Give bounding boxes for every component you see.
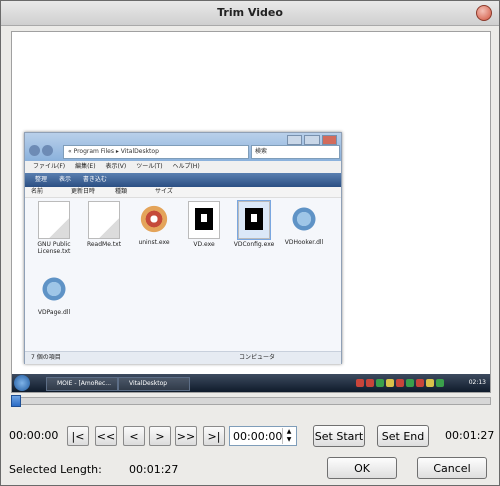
menu-help: ヘルプ(H) bbox=[172, 163, 200, 170]
file-item: ReadMe.txt bbox=[81, 201, 127, 248]
ok-button[interactable]: OK bbox=[327, 457, 397, 479]
explorer-titlebar: « Program Files ▸ VitalDesktop 検索 bbox=[25, 133, 341, 161]
tray-icons bbox=[356, 379, 456, 387]
status-computer: コンピュータ bbox=[239, 354, 276, 361]
set-start-button[interactable]: Set Start bbox=[313, 425, 365, 447]
gear-dll-icon bbox=[289, 201, 319, 237]
file-name: ReadMe.txt bbox=[86, 241, 122, 248]
file-item: VD.exe bbox=[181, 201, 227, 248]
menu-edit: 編集(E) bbox=[75, 163, 96, 170]
trim-video-dialog: Trim Video « Program Files ▸ VitalDeskto… bbox=[0, 0, 500, 486]
explorer-window: « Program Files ▸ VitalDesktop 検索 ファイル(F… bbox=[24, 132, 342, 364]
file-item: VDPage.dll bbox=[31, 271, 77, 316]
column-name: 名前 bbox=[31, 188, 44, 195]
spin-down-icon[interactable]: ▼ bbox=[283, 436, 295, 444]
vitaldesktop-app-icon bbox=[188, 201, 220, 239]
task-button: MOIE - [AmoRec... bbox=[46, 377, 118, 391]
column-size: サイズ bbox=[155, 188, 173, 195]
toolbar-views: 表示 bbox=[58, 176, 71, 183]
first-frame-button[interactable]: |< bbox=[67, 426, 89, 446]
back-large-button[interactable]: << bbox=[95, 426, 117, 446]
toolbar-burn: 書き込む bbox=[82, 176, 107, 183]
item-count: 7 個の項目 bbox=[31, 354, 61, 361]
file-item-selected: VDConfig.exe bbox=[231, 200, 277, 248]
installer-disc-icon bbox=[139, 201, 169, 237]
window-controls-icon bbox=[287, 135, 337, 145]
text-document-icon bbox=[88, 201, 120, 239]
selected-length-value: 00:01:27 bbox=[129, 463, 179, 476]
slider-thumb[interactable] bbox=[11, 395, 21, 407]
file-list: GNU Public License.txt ReadMe.txt uninst… bbox=[29, 200, 337, 341]
window-title: Trim Video bbox=[217, 6, 283, 19]
task-button: VitalDesktop bbox=[118, 377, 190, 391]
file-item: uninst.exe bbox=[131, 201, 177, 246]
clock: 02:13 bbox=[468, 379, 486, 386]
file-item: VDHooker.dll bbox=[281, 201, 327, 246]
file-name: VD.exe bbox=[193, 241, 215, 248]
column-date: 更新日時 bbox=[71, 188, 96, 195]
close-icon[interactable] bbox=[476, 5, 492, 21]
start-orb-icon bbox=[14, 375, 30, 391]
toolbar-organize: 整理 bbox=[35, 176, 48, 183]
time-spinner[interactable]: ▲ ▼ bbox=[282, 428, 295, 444]
video-preview: « Program Files ▸ VitalDesktop 検索 ファイル(F… bbox=[11, 31, 491, 393]
text-document-icon bbox=[38, 201, 70, 239]
column-type: 種類 bbox=[115, 188, 128, 195]
menu-tools: ツール(T) bbox=[136, 163, 163, 170]
explorer-toolbar: 整理 表示 書き込む bbox=[25, 173, 341, 187]
explorer-columns: 名前 更新日時 種類 サイズ bbox=[25, 187, 341, 198]
last-frame-button[interactable]: >| bbox=[203, 426, 225, 446]
forward-large-button[interactable]: >> bbox=[175, 426, 197, 446]
title-bar: Trim Video bbox=[1, 1, 499, 26]
total-time: 00:01:27 bbox=[445, 429, 495, 442]
file-name: uninst.exe bbox=[138, 239, 170, 246]
slider-track[interactable] bbox=[11, 397, 491, 405]
time-input-value[interactable]: 00:00:00 bbox=[233, 430, 282, 443]
back-button[interactable]: < bbox=[123, 426, 145, 446]
current-time: 00:00:00 bbox=[9, 429, 59, 442]
file-name: VDPage.dll bbox=[37, 309, 71, 316]
spin-up-icon[interactable]: ▲ bbox=[283, 428, 295, 436]
back-forward-icon bbox=[29, 145, 59, 157]
vitaldesktop-app-icon bbox=[237, 200, 271, 240]
address-bar: « Program Files ▸ VitalDesktop bbox=[63, 145, 249, 159]
time-input[interactable]: 00:00:00 ▲ ▼ bbox=[229, 426, 297, 446]
file-name: VDHooker.dll bbox=[284, 239, 324, 246]
explorer-statusbar: 7 個の項目 コンピュータ bbox=[25, 351, 341, 364]
gear-dll-icon bbox=[39, 271, 69, 307]
forward-button[interactable]: > bbox=[149, 426, 171, 446]
explorer-search: 検索 bbox=[251, 145, 340, 159]
explorer-menu: ファイル(F) 編集(E) 表示(V) ツール(T) ヘルプ(H) bbox=[25, 161, 341, 173]
cancel-button[interactable]: Cancel bbox=[417, 457, 487, 479]
file-item: GNU Public License.txt bbox=[31, 201, 77, 255]
selected-length-label: Selected Length: bbox=[9, 463, 102, 476]
menu-file: ファイル(F) bbox=[33, 163, 66, 170]
file-name: GNU Public License.txt bbox=[37, 241, 71, 255]
set-end-button[interactable]: Set End bbox=[377, 425, 429, 447]
timeline-slider[interactable] bbox=[11, 395, 491, 407]
captured-screen: « Program Files ▸ VitalDesktop 検索 ファイル(F… bbox=[12, 128, 490, 392]
file-name: VDConfig.exe bbox=[233, 241, 275, 248]
taskbar: MOIE - [AmoRec... VitalDesktop 02:13 bbox=[12, 374, 490, 392]
menu-view: 表示(V) bbox=[105, 163, 127, 170]
